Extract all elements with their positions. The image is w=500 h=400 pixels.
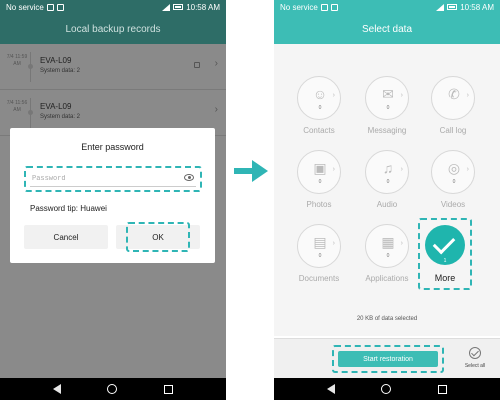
tile-count: 0 — [452, 179, 456, 185]
clock: 10:58 AM — [186, 2, 220, 12]
record-subtitle: System data: 2 — [40, 68, 81, 74]
chevron-right-icon: › — [214, 104, 218, 115]
chevron-right-icon: › — [400, 166, 403, 173]
timeline-dot — [28, 110, 33, 115]
cancel-button[interactable]: Cancel — [24, 225, 108, 249]
tile-photos[interactable]: ▣ 0 › Photos — [286, 150, 352, 230]
battery-icon — [447, 4, 458, 10]
chevron-right-icon: › — [400, 240, 403, 247]
tile-label: Contacts — [303, 126, 335, 135]
status-bar: No service 10:58 AM — [0, 0, 226, 14]
videos-icon: ◎ 0 › — [431, 150, 475, 194]
chevron-right-icon: › — [466, 92, 469, 99]
left-phone-screen: No service 10:58 AM Local backup records… — [0, 0, 226, 400]
tile-count: 0 — [318, 105, 322, 111]
usb-icon — [56, 3, 64, 11]
chevron-right-icon: › — [214, 58, 218, 69]
chevron-right-icon: › — [332, 240, 335, 247]
tile-count: 0 — [386, 105, 390, 111]
tile-label: Applications — [365, 274, 409, 283]
select-all-button[interactable]: Select all — [460, 345, 490, 375]
input-underline — [30, 186, 196, 187]
tile-audio[interactable]: ♫ 0 › Audio — [354, 150, 420, 230]
carrier-label: No service — [280, 2, 318, 12]
tile-label: Documents — [298, 274, 340, 283]
chevron-right-icon: › — [332, 166, 335, 173]
dialog-title: Enter password — [81, 142, 144, 152]
tile-count: 0 — [318, 179, 322, 185]
navigation-bar — [274, 378, 500, 400]
chevron-right-icon: › — [332, 92, 335, 99]
record-name: EVA-L09 — [40, 56, 72, 65]
tile-count: 0 — [386, 253, 390, 259]
recent-apps-icon[interactable] — [437, 384, 447, 394]
record-subtitle: System data: 2 — [40, 114, 81, 120]
status-bar: No service 10:58 AM — [274, 0, 500, 14]
call-log-icon: ✆ › — [431, 76, 475, 120]
clock: 10:58 AM — [460, 2, 494, 12]
eye-icon[interactable] — [184, 174, 194, 181]
audio-icon: ♫ 0 › — [365, 150, 409, 194]
tile-documents[interactable]: ▤ 0 › Documents — [286, 224, 352, 304]
backup-record[interactable]: 7/4 11:59 AM EVA-L09 System data: 2 › — [0, 44, 226, 90]
back-icon[interactable] — [53, 384, 62, 394]
chevron-right-icon: › — [400, 92, 403, 99]
record-date: 7/4 11:56 AM — [6, 100, 28, 113]
messaging-icon: ✉ 0 › — [365, 76, 409, 120]
battery-icon — [173, 4, 184, 10]
tile-label: Messaging — [367, 126, 407, 135]
signal-icon — [162, 3, 171, 11]
tile-label: Photos — [306, 200, 332, 209]
action-bar: Start restoration Select all — [274, 338, 500, 378]
password-input[interactable] — [32, 173, 172, 185]
home-icon[interactable] — [107, 384, 118, 394]
timeline-dot — [28, 64, 33, 69]
checkmark-icon — [432, 231, 456, 255]
tile-count: 1 — [443, 258, 447, 264]
password-tip: Password tip: Huawei — [30, 204, 107, 213]
tile-label: Videos — [440, 200, 466, 209]
record-date: 7/4 11:59 AM — [6, 54, 28, 67]
tile-count: 0 — [318, 253, 322, 259]
selected-data-summary: 20 KB of data selected — [356, 316, 418, 322]
restore-highlight-frame: Start restoration — [332, 345, 444, 373]
tile-applications[interactable]: ▦ 0 › Applications — [354, 224, 420, 304]
page-title: Select data — [274, 14, 500, 44]
tile-label: More — [434, 273, 456, 283]
more-selected-indicator: 1 — [425, 225, 465, 265]
recent-apps-icon[interactable] — [163, 384, 173, 394]
tile-call-log[interactable]: ✆ › Call log — [420, 76, 486, 156]
usb-icon — [330, 3, 338, 11]
back-icon[interactable] — [327, 384, 336, 394]
tile-count: 0 — [386, 179, 390, 185]
applications-icon: ▦ 0 › — [365, 224, 409, 268]
signal-icon — [436, 3, 445, 11]
documents-icon: ▤ 0 › — [297, 224, 341, 268]
tile-messaging[interactable]: ✉ 0 › Messaging — [354, 76, 420, 156]
ok-button[interactable]: OK — [116, 225, 200, 249]
notification-icon — [46, 3, 54, 11]
navigation-bar — [0, 378, 226, 400]
contacts-icon: ☺ 0 › — [297, 76, 341, 120]
notification-icon — [320, 3, 328, 11]
chevron-right-icon: › — [466, 166, 469, 173]
arrow-right-icon — [234, 160, 268, 182]
tutorial-canvas: No service 10:58 AM Local backup records… — [0, 0, 500, 400]
right-phone-screen: No service 10:58 AM Select data ☺ 0 › Co… — [274, 0, 500, 400]
select-all-icon — [469, 347, 481, 359]
tile-more[interactable]: 1 More — [418, 218, 472, 290]
page-title: Local backup records — [0, 14, 226, 44]
tile-label: Audio — [376, 200, 398, 209]
tile-contacts[interactable]: ☺ 0 › Contacts — [286, 76, 352, 156]
photos-icon: ▣ 0 › — [297, 150, 341, 194]
carrier-label: No service — [6, 2, 44, 12]
password-highlight-frame — [24, 166, 202, 192]
tile-label: Call log — [439, 126, 467, 135]
record-name: EVA-L09 — [40, 102, 72, 111]
lock-icon — [194, 62, 200, 68]
start-restoration-button[interactable]: Start restoration — [338, 351, 438, 367]
password-dialog: Enter password Password tip: Huawei Canc… — [10, 128, 215, 263]
select-all-label: Select all — [464, 363, 486, 369]
home-icon[interactable] — [381, 384, 392, 394]
